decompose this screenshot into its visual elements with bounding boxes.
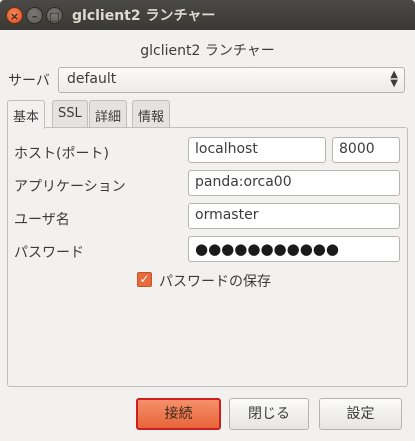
username-label: ユーザ名 [14, 212, 70, 228]
page-title: glclient2 ランチャー [140, 43, 275, 59]
password-label: パスワード [14, 245, 84, 261]
close-button[interactable]: 閉じる [229, 398, 309, 430]
close-window-button[interactable]: × [6, 7, 23, 24]
server-select[interactable]: default ▲ ▼ [58, 67, 405, 93]
password-input[interactable]: ●●●●●●●●●●● [188, 236, 400, 262]
tab-ssl[interactable]: SSL [52, 100, 88, 128]
maximize-window-button[interactable]: □ [46, 7, 63, 24]
save-password-checkbox[interactable]: ✓ [137, 272, 152, 287]
server-label: サーバ [8, 73, 50, 89]
host-label: ホスト(ポート) [14, 146, 109, 162]
host-input[interactable]: localhost [188, 137, 326, 163]
title-bar: × – □ glclient2 ランチャー [0, 0, 415, 30]
application-input[interactable]: panda:orca00 [188, 170, 400, 196]
select-arrows-icon: ▲ ▼ [390, 69, 398, 89]
tab-details[interactable]: 詳細 [89, 100, 128, 128]
username-input[interactable]: ormaster [188, 203, 400, 229]
tab-info[interactable]: 情報 [132, 100, 171, 128]
window-title: glclient2 ランチャー [72, 8, 216, 24]
port-input[interactable]: 8000 [332, 137, 400, 163]
settings-button[interactable]: 設定 [319, 398, 402, 430]
application-label: アプリケーション [14, 179, 126, 195]
save-password-label[interactable]: パスワードの保存 [159, 271, 271, 291]
connect-button[interactable]: 接続 [136, 398, 221, 430]
minimize-window-button[interactable]: – [26, 7, 43, 24]
server-select-value: default [67, 71, 117, 87]
tab-basic[interactable]: 基本 [7, 100, 46, 129]
